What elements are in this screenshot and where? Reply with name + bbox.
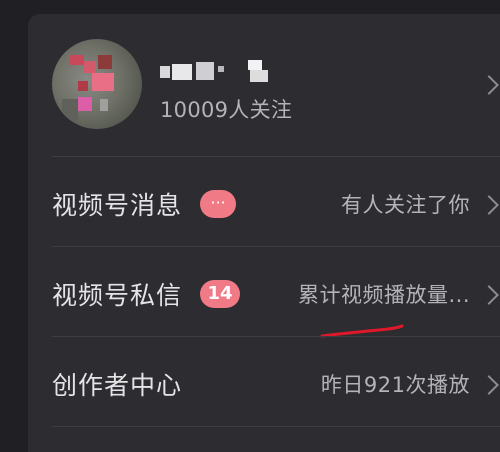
row-status-text: 有人关注了你 — [341, 193, 470, 217]
row-creator-center[interactable]: 创作者中心 昨日921次播放 — [28, 340, 500, 428]
row-channels-direct-messages[interactable]: 视频号私信 14 累计视频播放量... — [28, 250, 500, 338]
channels-card: 10009人关注 视频号消息 ··· 有人关注了你 视频号私信 14 累计视频播… — [28, 14, 500, 452]
avatar — [52, 39, 142, 129]
chevron-right-icon — [479, 195, 499, 215]
chevron-right-icon — [479, 375, 499, 395]
row-label: 视频号消息 — [52, 191, 183, 220]
row-channels-messages[interactable]: 视频号消息 ··· 有人关注了你 — [28, 160, 500, 248]
row-label: 创作者中心 — [52, 371, 183, 400]
row-status-text: 昨日921次播放 — [320, 373, 470, 397]
chevron-right-icon — [479, 75, 499, 95]
red-underline-annotation — [320, 324, 404, 338]
divider — [52, 426, 500, 427]
followers-count: 10009人关注 — [160, 98, 293, 122]
blurred-username — [160, 58, 280, 84]
divider — [52, 336, 500, 337]
more-dots-badge: ··· — [200, 190, 236, 218]
screen: 10009人关注 视频号消息 ··· 有人关注了你 视频号私信 14 累计视频播… — [0, 0, 500, 452]
divider — [52, 156, 500, 157]
profile-row[interactable]: 10009人关注 — [28, 14, 500, 156]
divider — [52, 246, 500, 247]
